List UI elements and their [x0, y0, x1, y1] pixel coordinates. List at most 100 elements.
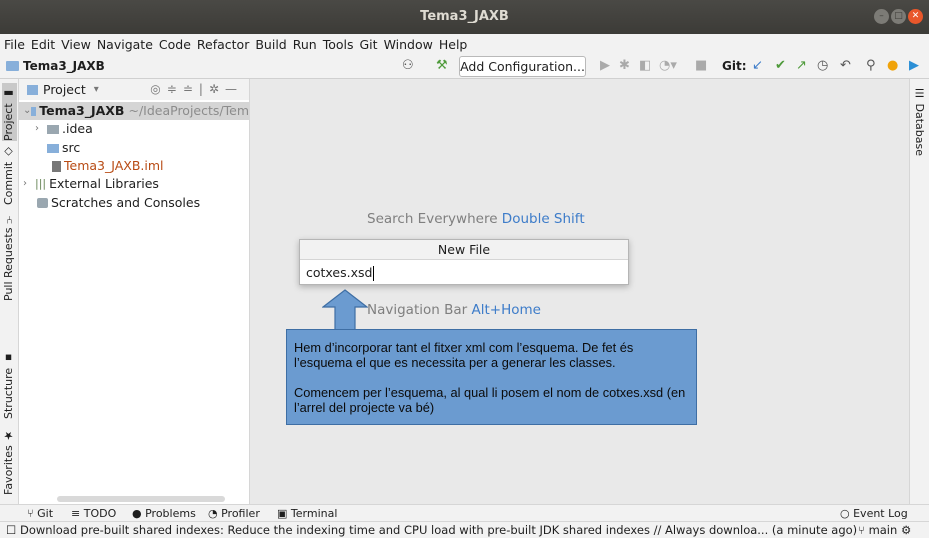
user-icon[interactable]: ⚇ [402, 58, 414, 73]
menu-run[interactable]: Run [293, 37, 317, 52]
tab-database[interactable]: ☰ Database [913, 87, 926, 156]
chevron-down-icon[interactable]: ▾ [94, 84, 99, 95]
git-update-icon[interactable]: ↙ [752, 58, 763, 73]
chevron-right-icon[interactable]: › [35, 120, 47, 138]
breadcrumb-project[interactable]: Tema3_JAXB [23, 59, 105, 73]
tree-item-idea[interactable]: › .idea [35, 120, 93, 138]
hint-shortcut: Double Shift [501, 211, 585, 227]
search-icon[interactable]: ⚲ [866, 58, 876, 73]
file-name-input[interactable]: cotxes.xsd [306, 264, 375, 282]
close-icon[interactable]: ✕ [908, 9, 923, 24]
maximize-icon[interactable]: □ [891, 9, 906, 24]
terminal-icon: ▣ [277, 507, 288, 520]
menu-bar: File Edit View Navigate Code Refactor Bu… [0, 34, 929, 55]
file-name-value: cotxes.xsd [306, 265, 373, 280]
debug-icon[interactable]: ✱ [619, 58, 630, 73]
git-commit-icon[interactable]: ✔ [775, 58, 786, 73]
plugin-icon[interactable]: ▶ [909, 58, 919, 73]
menu-view[interactable]: View [61, 37, 91, 52]
menu-edit[interactable]: Edit [31, 37, 55, 52]
project-panel-header: Project ▾ ◎≑≐|✲— [19, 79, 249, 100]
tree-item-src[interactable]: src [47, 139, 80, 157]
hint-shortcut: Alt+Home [471, 302, 541, 318]
tree-item-label: src [62, 140, 81, 155]
tab-commit-label: Commit [2, 161, 15, 205]
history-icon[interactable]: ◷ [817, 58, 828, 73]
menu-code[interactable]: Code [159, 37, 191, 52]
rollback-icon[interactable]: ↶ [840, 58, 851, 73]
tree-item-scratches[interactable]: Scratches and Consoles [37, 194, 200, 212]
menu-file[interactable]: File [4, 37, 25, 52]
status-message[interactable]: ☐ Download pre-built shared indexes: Red… [6, 523, 857, 537]
horizontal-scrollbar[interactable] [57, 496, 225, 502]
dialog-title: New File [300, 240, 628, 260]
breadcrumb[interactable]: Tema3_JAXB [6, 59, 105, 73]
tab-structure[interactable]: Structure ▪ [2, 351, 17, 419]
window-title: Tema3_JAXB [420, 9, 509, 24]
menu-tools[interactable]: Tools [323, 37, 354, 52]
bottom-tool-tabs: ⑂ Git ≡ TODO ● Problems ◔ Profiler ▣ Ter… [0, 504, 929, 521]
chevron-right-icon[interactable]: › [23, 175, 35, 193]
status-box-icon: ☐ [6, 523, 17, 537]
annotation-callout: Hem d’incorporar tant el fitxer xml com … [286, 329, 697, 425]
panel-actions: ◎≑≐|✲— [150, 82, 243, 96]
tab-project[interactable]: Project ▬ [2, 83, 17, 141]
tab-profiler[interactable]: ◔ Profiler [208, 507, 260, 520]
tab-profiler-label: Profiler [221, 507, 260, 520]
tree-item-external-libraries[interactable]: › ||| External Libraries [23, 175, 159, 193]
tab-pull-requests[interactable]: Pull Requests ⑂ [2, 213, 17, 301]
menu-git[interactable]: Git [360, 37, 378, 52]
add-configuration-button[interactable]: Add Configuration... [459, 56, 586, 77]
project-panel: Project ▾ ◎≑≐|✲— ⌄ Tema3_JAXB ~/IdeaProj… [19, 79, 250, 504]
run-icon[interactable]: ▶ [600, 58, 610, 73]
profile-icon[interactable]: ◔▾ [659, 58, 677, 73]
menu-build[interactable]: Build [255, 37, 286, 52]
collapse-all-icon[interactable]: ≐ [183, 82, 199, 96]
minimize-icon[interactable]: – [874, 9, 889, 24]
menu-navigate[interactable]: Navigate [97, 37, 153, 52]
tab-git[interactable]: ⑂ Git [27, 507, 53, 520]
hide-icon[interactable]: — [225, 82, 243, 96]
stop-icon[interactable]: ■ [695, 58, 707, 73]
chevron-down-icon[interactable]: ⌄ [23, 102, 31, 120]
module-file-icon [52, 160, 61, 172]
tree-item-root[interactable]: ⌄ Tema3_JAXB ~/IdeaProjects/Tem [19, 102, 249, 120]
list-icon: ≡ [71, 507, 81, 520]
tab-terminal[interactable]: ▣ Terminal [277, 507, 337, 520]
git-branch-widget[interactable]: ⑂ main ⚙ [858, 523, 911, 537]
status-message-text: Download pre-built shared indexes: Reduc… [19, 523, 858, 537]
tab-todo[interactable]: ≡ TODO [71, 507, 116, 520]
tab-pull-requests-label: Pull Requests [2, 227, 15, 301]
tab-structure-label: Structure [2, 367, 15, 419]
menu-help[interactable]: Help [439, 37, 468, 52]
folder-icon [6, 61, 19, 71]
tree-item-label: .idea [62, 121, 93, 136]
menu-refactor[interactable]: Refactor [197, 37, 249, 52]
hint-label: Navigation Bar [367, 302, 468, 318]
build-hammer-icon[interactable]: ⚒ [436, 58, 448, 73]
info-icon: ● [132, 507, 142, 520]
project-view-selector[interactable]: Project [43, 82, 86, 97]
tab-problems[interactable]: ● Problems [132, 507, 196, 520]
event-log-icon: ○ [840, 507, 850, 520]
menu-window[interactable]: Window [384, 37, 433, 52]
git-label: Git: [722, 59, 747, 73]
navigation-bar-hint: Navigation Bar Alt+Home [367, 302, 541, 318]
tab-event-log[interactable]: ○ Event Log [840, 507, 908, 520]
tree-item-label: External Libraries [49, 176, 159, 191]
tab-favorites[interactable]: Favorites ★ [2, 429, 17, 495]
update-icon[interactable]: ● [887, 58, 898, 73]
coverage-icon[interactable]: ◧ [639, 58, 651, 73]
title-bar: Tema3_JAXB – □ ✕ [0, 0, 929, 34]
tab-commit[interactable]: Commit ◇ [2, 145, 17, 205]
tree-item-label: Tema3_JAXB.iml [64, 158, 164, 173]
tree-item-iml[interactable]: Tema3_JAXB.iml [52, 157, 164, 175]
locate-icon[interactable]: ◎ [150, 82, 166, 96]
git-branch-label: main [868, 523, 898, 537]
git-push-icon[interactable]: ↗ [796, 58, 807, 73]
right-tool-strip: ☰ Database [909, 79, 929, 504]
scratches-icon [37, 198, 48, 208]
tree-item-label: Scratches and Consoles [51, 195, 201, 210]
gear-icon[interactable]: ✲ [209, 82, 225, 96]
expand-all-icon[interactable]: ≑ [167, 82, 183, 96]
